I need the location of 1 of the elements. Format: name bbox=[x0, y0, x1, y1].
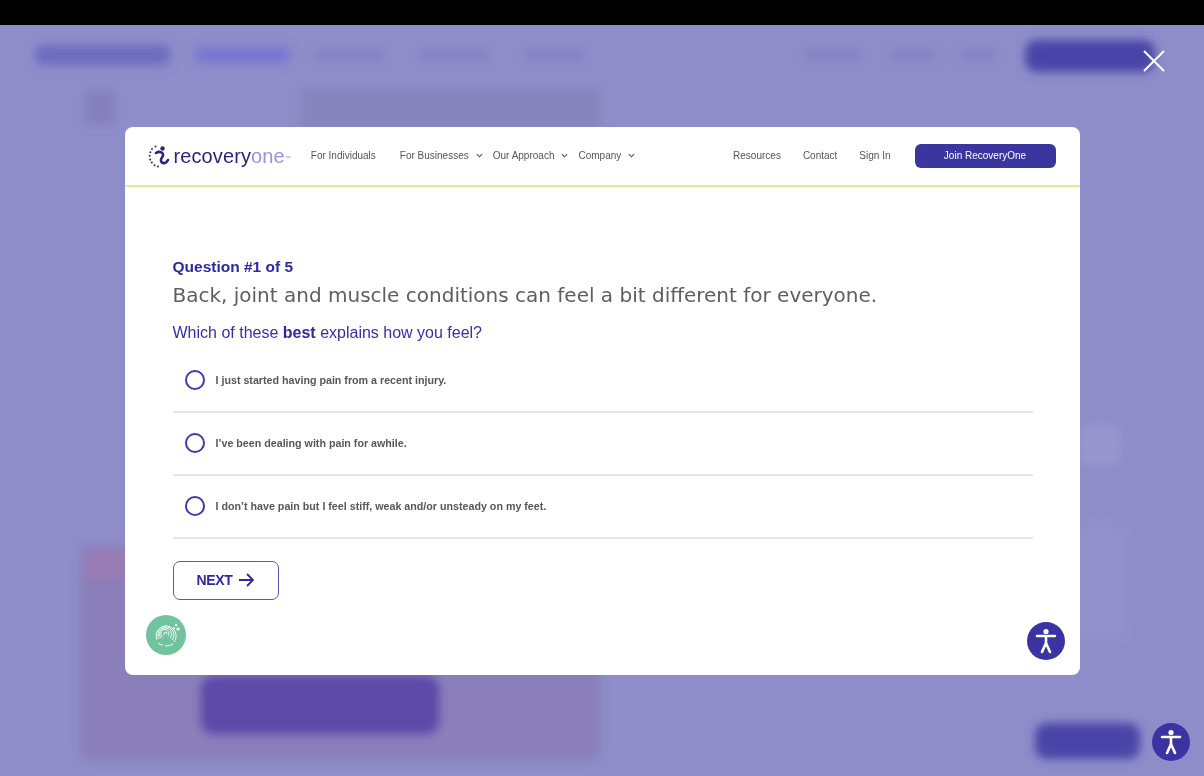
accessibility-icon[interactable] bbox=[1152, 723, 1190, 761]
